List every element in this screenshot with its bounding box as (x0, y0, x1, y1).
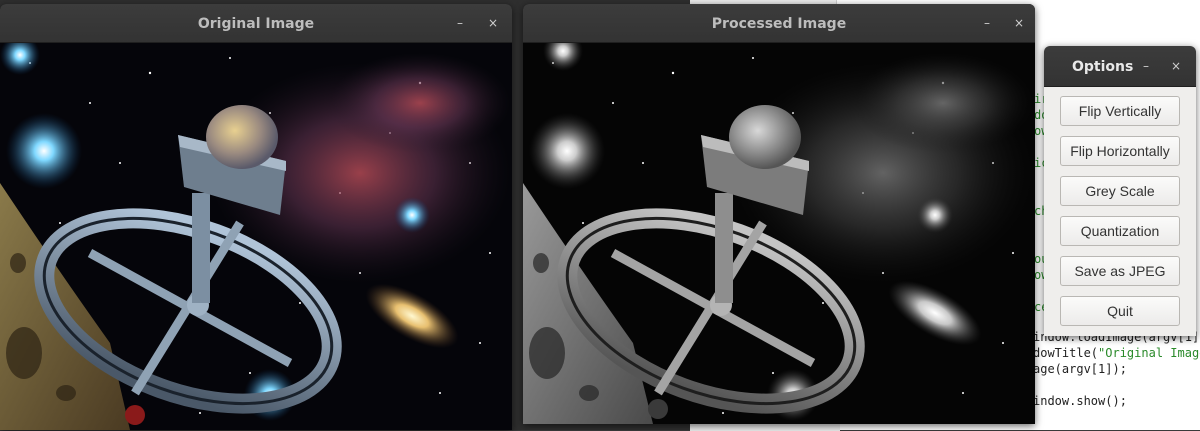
close-icon[interactable]: × (1011, 15, 1027, 31)
quantization-button[interactable]: Quantization (1060, 216, 1180, 246)
options-titlebar[interactable]: Options – × (1044, 46, 1196, 87)
flip-vertically-button[interactable]: Flip Vertically (1060, 96, 1180, 126)
flip-horizontally-button[interactable]: Flip Horizontally (1060, 136, 1180, 166)
space-station-color-image (0, 43, 512, 430)
code-line-image: age(argv[1]); (1033, 362, 1127, 376)
original-image-view (0, 43, 512, 430)
save-as-jpeg-button[interactable]: Save as JPEG (1060, 256, 1180, 286)
quit-button[interactable]: Quit (1060, 296, 1180, 326)
processed-image-window: Processed Image – × (523, 4, 1035, 424)
close-icon[interactable]: × (485, 15, 501, 31)
processed-titlebar[interactable]: Processed Image – × (523, 4, 1035, 43)
options-dialog: Options – × Flip Vertically Flip Horizon… (1044, 46, 1196, 336)
minimize-icon[interactable]: – (979, 15, 995, 31)
processed-image-view (523, 43, 1035, 424)
minimize-icon[interactable]: – (452, 15, 468, 31)
original-titlebar[interactable]: Original Image – × (0, 4, 512, 43)
window-title: Original Image (197, 16, 315, 32)
close-icon[interactable]: × (1168, 58, 1184, 74)
grey-scale-button[interactable]: Grey Scale (1060, 176, 1180, 206)
minimize-icon[interactable]: – (1138, 58, 1154, 74)
space-station-greyscale-image (523, 43, 1035, 424)
window-title: Processed Image (711, 16, 847, 32)
code-line-show: indow.show(); (1033, 394, 1127, 408)
code-line-title: dowTitle("Original Image (1033, 346, 1200, 360)
original-image-window: Original Image – × (0, 4, 512, 430)
